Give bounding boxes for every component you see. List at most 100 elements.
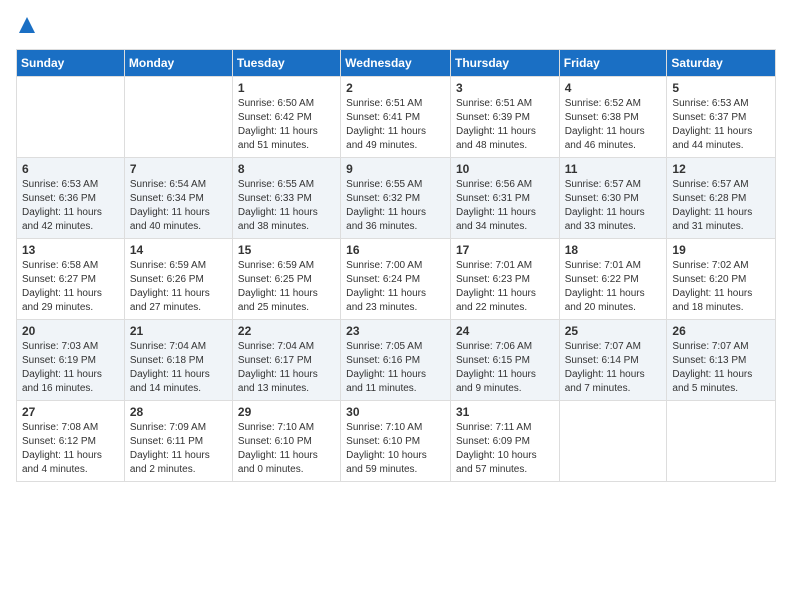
sunset: Sunset: 6:16 PM	[346, 355, 420, 366]
sunrise: Sunrise: 6:52 AM	[565, 98, 641, 109]
sunset: Sunset: 6:23 PM	[456, 274, 530, 285]
sunrise: Sunrise: 7:04 AM	[238, 341, 314, 352]
day-number: 29	[238, 405, 335, 419]
day-number: 21	[130, 324, 227, 338]
day-number: 5	[672, 81, 770, 95]
calendar-cell: 21 Sunrise: 7:04 AM Sunset: 6:18 PM Dayl…	[124, 320, 232, 401]
calendar-cell: 3 Sunrise: 6:51 AM Sunset: 6:39 PM Dayli…	[450, 77, 559, 158]
day-info: Sunrise: 7:07 AM Sunset: 6:14 PM Dayligh…	[565, 340, 662, 396]
daylight: Daylight: 11 hours and 34 minutes.	[456, 207, 536, 232]
sunrise: Sunrise: 6:50 AM	[238, 98, 314, 109]
day-number: 26	[672, 324, 770, 338]
sunset: Sunset: 6:34 PM	[130, 193, 204, 204]
calendar-cell: 17 Sunrise: 7:01 AM Sunset: 6:23 PM Dayl…	[450, 239, 559, 320]
sunset: Sunset: 6:22 PM	[565, 274, 639, 285]
daylight: Daylight: 11 hours and 23 minutes.	[346, 288, 426, 313]
sunrise: Sunrise: 6:55 AM	[346, 179, 422, 190]
day-info: Sunrise: 6:55 AM Sunset: 6:32 PM Dayligh…	[346, 178, 445, 234]
calendar-cell: 20 Sunrise: 7:03 AM Sunset: 6:19 PM Dayl…	[17, 320, 125, 401]
sunrise: Sunrise: 6:51 AM	[456, 98, 532, 109]
calendar-cell: 29 Sunrise: 7:10 AM Sunset: 6:10 PM Dayl…	[232, 401, 340, 482]
sunset: Sunset: 6:32 PM	[346, 193, 420, 204]
header-sunday: Sunday	[17, 50, 125, 77]
sunset: Sunset: 6:13 PM	[672, 355, 746, 366]
day-number: 18	[565, 243, 662, 257]
daylight: Daylight: 11 hours and 49 minutes.	[346, 126, 426, 151]
day-info: Sunrise: 6:51 AM Sunset: 6:39 PM Dayligh…	[456, 97, 554, 153]
sunset: Sunset: 6:41 PM	[346, 112, 420, 123]
calendar-header-row: SundayMondayTuesdayWednesdayThursdayFrid…	[17, 50, 776, 77]
daylight: Daylight: 11 hours and 5 minutes.	[672, 369, 752, 394]
calendar-cell	[667, 401, 776, 482]
calendar-week-row: 1 Sunrise: 6:50 AM Sunset: 6:42 PM Dayli…	[17, 77, 776, 158]
calendar-cell: 27 Sunrise: 7:08 AM Sunset: 6:12 PM Dayl…	[17, 401, 125, 482]
day-number: 27	[22, 405, 119, 419]
sunset: Sunset: 6:25 PM	[238, 274, 312, 285]
sunset: Sunset: 6:17 PM	[238, 355, 312, 366]
day-info: Sunrise: 6:52 AM Sunset: 6:38 PM Dayligh…	[565, 97, 662, 153]
calendar-cell	[17, 77, 125, 158]
sunset: Sunset: 6:26 PM	[130, 274, 204, 285]
day-number: 4	[565, 81, 662, 95]
day-number: 3	[456, 81, 554, 95]
sunset: Sunset: 6:10 PM	[346, 436, 420, 447]
day-info: Sunrise: 7:10 AM Sunset: 6:10 PM Dayligh…	[346, 421, 445, 477]
day-number: 17	[456, 243, 554, 257]
daylight: Daylight: 11 hours and 51 minutes.	[238, 126, 318, 151]
calendar-cell: 26 Sunrise: 7:07 AM Sunset: 6:13 PM Dayl…	[667, 320, 776, 401]
header-thursday: Thursday	[450, 50, 559, 77]
day-number: 23	[346, 324, 445, 338]
day-number: 12	[672, 162, 770, 176]
day-number: 11	[565, 162, 662, 176]
sunrise: Sunrise: 7:09 AM	[130, 422, 206, 433]
logo	[16, 16, 36, 39]
sunrise: Sunrise: 6:56 AM	[456, 179, 532, 190]
day-info: Sunrise: 7:05 AM Sunset: 6:16 PM Dayligh…	[346, 340, 445, 396]
day-info: Sunrise: 6:59 AM Sunset: 6:25 PM Dayligh…	[238, 259, 335, 315]
daylight: Daylight: 11 hours and 27 minutes.	[130, 288, 210, 313]
calendar-cell: 30 Sunrise: 7:10 AM Sunset: 6:10 PM Dayl…	[341, 401, 451, 482]
sunset: Sunset: 6:31 PM	[456, 193, 530, 204]
day-number: 10	[456, 162, 554, 176]
sunrise: Sunrise: 6:53 AM	[672, 98, 748, 109]
calendar-week-row: 13 Sunrise: 6:58 AM Sunset: 6:27 PM Dayl…	[17, 239, 776, 320]
calendar-cell: 28 Sunrise: 7:09 AM Sunset: 6:11 PM Dayl…	[124, 401, 232, 482]
day-number: 8	[238, 162, 335, 176]
calendar-cell: 23 Sunrise: 7:05 AM Sunset: 6:16 PM Dayl…	[341, 320, 451, 401]
header-saturday: Saturday	[667, 50, 776, 77]
day-info: Sunrise: 6:57 AM Sunset: 6:28 PM Dayligh…	[672, 178, 770, 234]
calendar-cell: 1 Sunrise: 6:50 AM Sunset: 6:42 PM Dayli…	[232, 77, 340, 158]
day-info: Sunrise: 7:04 AM Sunset: 6:17 PM Dayligh…	[238, 340, 335, 396]
day-info: Sunrise: 7:02 AM Sunset: 6:20 PM Dayligh…	[672, 259, 770, 315]
sunset: Sunset: 6:14 PM	[565, 355, 639, 366]
header-wednesday: Wednesday	[341, 50, 451, 77]
sunset: Sunset: 6:19 PM	[22, 355, 96, 366]
sunset: Sunset: 6:42 PM	[238, 112, 312, 123]
sunset: Sunset: 6:27 PM	[22, 274, 96, 285]
sunrise: Sunrise: 7:06 AM	[456, 341, 532, 352]
sunset: Sunset: 6:20 PM	[672, 274, 746, 285]
sunrise: Sunrise: 7:04 AM	[130, 341, 206, 352]
calendar-cell	[559, 401, 667, 482]
sunrise: Sunrise: 6:57 AM	[672, 179, 748, 190]
day-info: Sunrise: 6:51 AM Sunset: 6:41 PM Dayligh…	[346, 97, 445, 153]
header-tuesday: Tuesday	[232, 50, 340, 77]
sunset: Sunset: 6:39 PM	[456, 112, 530, 123]
daylight: Daylight: 11 hours and 14 minutes.	[130, 369, 210, 394]
sunrise: Sunrise: 6:59 AM	[130, 260, 206, 271]
day-number: 24	[456, 324, 554, 338]
sunrise: Sunrise: 6:58 AM	[22, 260, 98, 271]
day-number: 22	[238, 324, 335, 338]
day-info: Sunrise: 7:00 AM Sunset: 6:24 PM Dayligh…	[346, 259, 445, 315]
sunrise: Sunrise: 7:08 AM	[22, 422, 98, 433]
day-info: Sunrise: 7:09 AM Sunset: 6:11 PM Dayligh…	[130, 421, 227, 477]
day-number: 28	[130, 405, 227, 419]
calendar-cell: 19 Sunrise: 7:02 AM Sunset: 6:20 PM Dayl…	[667, 239, 776, 320]
calendar-cell: 6 Sunrise: 6:53 AM Sunset: 6:36 PM Dayli…	[17, 158, 125, 239]
sunrise: Sunrise: 7:03 AM	[22, 341, 98, 352]
day-number: 16	[346, 243, 445, 257]
day-number: 13	[22, 243, 119, 257]
sunrise: Sunrise: 6:57 AM	[565, 179, 641, 190]
daylight: Daylight: 11 hours and 20 minutes.	[565, 288, 645, 313]
daylight: Daylight: 11 hours and 22 minutes.	[456, 288, 536, 313]
